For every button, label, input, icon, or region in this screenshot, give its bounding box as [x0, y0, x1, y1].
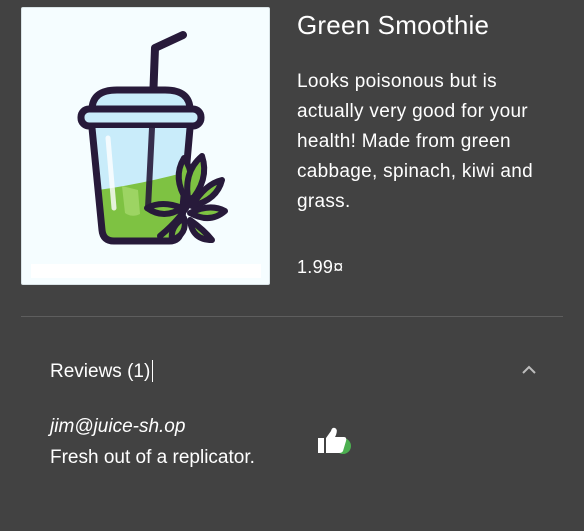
review-author: jim@juice-sh.op [50, 416, 186, 437]
reviews-title-label: Reviews (1) [50, 361, 151, 382]
product-price: 1.99¤ [297, 257, 344, 277]
product-image [21, 7, 270, 285]
reviews-expansion-header[interactable]: Reviews (1) [21, 340, 563, 404]
chevron-up-icon[interactable] [519, 360, 539, 380]
product-description: Looks poisonous but is actually very goo… [297, 71, 533, 212]
product-title: Green Smoothie [297, 10, 490, 40]
review-text: Fresh out of a replicator. [50, 447, 255, 468]
text-cursor [152, 360, 154, 382]
smoothie-cup-icon [77, 31, 228, 245]
thumbs-up-icon[interactable] [313, 425, 355, 459]
reviews-title: Reviews (1) [50, 360, 154, 383]
product-detail-dialog: Green Smoothie Looks poisonous but is ac… [0, 0, 584, 531]
divider [21, 316, 563, 317]
image-caption-bar [31, 264, 261, 278]
